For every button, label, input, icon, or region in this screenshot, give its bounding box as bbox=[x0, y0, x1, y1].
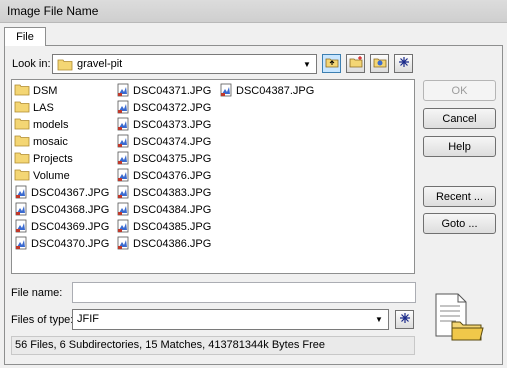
chevron-down-icon[interactable]: ▼ bbox=[300, 55, 314, 73]
status-bar: 56 Files, 6 Subdirectories, 15 Matches, … bbox=[11, 336, 415, 355]
file-name: DSC04383.JPG bbox=[133, 187, 212, 199]
ok-button[interactable]: OK bbox=[423, 80, 496, 101]
file-name: mosaic bbox=[33, 136, 68, 148]
file-name: DSC04373.JPG bbox=[133, 119, 212, 131]
list-item[interactable]: Volume bbox=[14, 168, 70, 184]
cancel-button[interactable]: Cancel bbox=[423, 108, 496, 129]
list-item[interactable]: DSC04375.JPG bbox=[116, 151, 211, 167]
new-folder-icon bbox=[349, 56, 363, 71]
filter-icon bbox=[398, 56, 410, 71]
image-file-icon bbox=[116, 134, 130, 151]
file-name: models bbox=[33, 119, 69, 131]
list-item[interactable]: DSC04383.JPG bbox=[116, 185, 211, 201]
file-name: DSC04372.JPG bbox=[133, 102, 212, 114]
list-item[interactable]: DSC04373.JPG bbox=[116, 117, 211, 133]
file-name: DSC04369.JPG bbox=[31, 221, 110, 233]
list-item[interactable]: DSC04387.JPG bbox=[219, 83, 314, 99]
file-name: DSM bbox=[33, 85, 58, 97]
folder-icon bbox=[14, 117, 30, 133]
folder-icon bbox=[14, 134, 30, 150]
image-file-icon bbox=[116, 117, 130, 134]
list-item[interactable]: DSC04372.JPG bbox=[116, 100, 211, 116]
file-type-label: Files of type: bbox=[11, 314, 74, 326]
list-item[interactable]: DSC04384.JPG bbox=[116, 202, 211, 218]
list-item[interactable]: DSC04374.JPG bbox=[116, 134, 211, 150]
document-folder-icon bbox=[430, 292, 486, 345]
list-item[interactable]: DSC04386.JPG bbox=[116, 236, 211, 252]
image-file-icon bbox=[116, 185, 130, 202]
file-name: DSC04371.JPG bbox=[133, 85, 212, 97]
up-folder-button[interactable] bbox=[322, 54, 341, 73]
title-bar: Image File Name bbox=[0, 0, 507, 23]
file-name: DSC04386.JPG bbox=[133, 238, 212, 250]
file-name: DSC04384.JPG bbox=[133, 204, 212, 216]
image-file-icon bbox=[14, 185, 28, 202]
list-item[interactable]: models bbox=[14, 117, 68, 133]
file-name: DSC04370.JPG bbox=[31, 238, 110, 250]
help-button[interactable]: Help bbox=[423, 136, 496, 157]
image-file-icon bbox=[116, 83, 130, 100]
image-file-icon bbox=[14, 219, 28, 236]
folder-icon bbox=[57, 58, 73, 74]
window-title: Image File Name bbox=[7, 4, 99, 18]
file-name-input[interactable] bbox=[72, 282, 416, 303]
favorites-button[interactable] bbox=[370, 54, 389, 73]
file-name: DSC04376.JPG bbox=[133, 170, 212, 182]
look-in-value: gravel-pit bbox=[77, 58, 123, 70]
up-folder-icon bbox=[325, 56, 339, 71]
goto-button[interactable]: Goto ... bbox=[423, 213, 496, 234]
folder-icon bbox=[14, 100, 30, 116]
image-file-icon bbox=[219, 83, 233, 100]
file-name-label: File name: bbox=[11, 287, 63, 299]
folder-icon bbox=[14, 151, 30, 167]
tab-file[interactable]: File bbox=[4, 27, 46, 46]
look-in-label: Look in: bbox=[12, 58, 51, 70]
list-item[interactable]: mosaic bbox=[14, 134, 68, 150]
image-file-icon bbox=[116, 151, 130, 168]
list-item[interactable]: DSC04368.JPG bbox=[14, 202, 109, 218]
image-file-icon bbox=[116, 168, 130, 185]
file-name: DSC04387.JPG bbox=[236, 85, 315, 97]
list-item[interactable]: LAS bbox=[14, 100, 54, 116]
recent-button[interactable]: Recent ... bbox=[423, 186, 496, 207]
list-item[interactable]: DSC04371.JPG bbox=[116, 83, 211, 99]
file-name: DSC04375.JPG bbox=[133, 153, 212, 165]
chevron-down-icon[interactable]: ▼ bbox=[372, 310, 386, 329]
file-name: Volume bbox=[33, 170, 70, 182]
list-item[interactable]: DSC04370.JPG bbox=[14, 236, 109, 252]
image-file-icon bbox=[116, 236, 130, 253]
filter-button[interactable] bbox=[394, 54, 413, 73]
image-file-icon bbox=[14, 236, 28, 253]
list-item[interactable]: DSC04367.JPG bbox=[14, 185, 109, 201]
filter-icon bbox=[399, 312, 411, 327]
file-type-dropdown[interactable]: JFIF ▼ bbox=[72, 309, 389, 330]
list-item[interactable]: DSM bbox=[14, 83, 57, 99]
image-file-icon bbox=[116, 219, 130, 236]
new-folder-button[interactable] bbox=[346, 54, 365, 73]
file-name: LAS bbox=[33, 102, 54, 114]
favorites-icon bbox=[373, 56, 387, 71]
file-type-filter-button[interactable] bbox=[395, 310, 414, 329]
file-name: Projects bbox=[33, 153, 73, 165]
file-name: DSC04374.JPG bbox=[133, 136, 212, 148]
list-item[interactable]: DSC04376.JPG bbox=[116, 168, 211, 184]
folder-icon bbox=[14, 168, 30, 184]
image-file-icon bbox=[14, 202, 28, 219]
file-name: DSC04368.JPG bbox=[31, 204, 110, 216]
list-item[interactable]: DSC04369.JPG bbox=[14, 219, 109, 235]
file-name: DSC04367.JPG bbox=[31, 187, 110, 199]
image-file-icon bbox=[116, 202, 130, 219]
list-item[interactable]: Projects bbox=[14, 151, 73, 167]
folder-icon bbox=[14, 83, 30, 99]
file-name: DSC04385.JPG bbox=[133, 221, 212, 233]
look-in-dropdown[interactable]: gravel-pit ▼ bbox=[52, 54, 317, 74]
file-type-value: JFIF bbox=[77, 313, 99, 325]
image-file-icon bbox=[116, 100, 130, 117]
file-list[interactable]: DSM LAS models mosaic Projects Volume DS… bbox=[11, 79, 415, 274]
list-item[interactable]: DSC04385.JPG bbox=[116, 219, 211, 235]
